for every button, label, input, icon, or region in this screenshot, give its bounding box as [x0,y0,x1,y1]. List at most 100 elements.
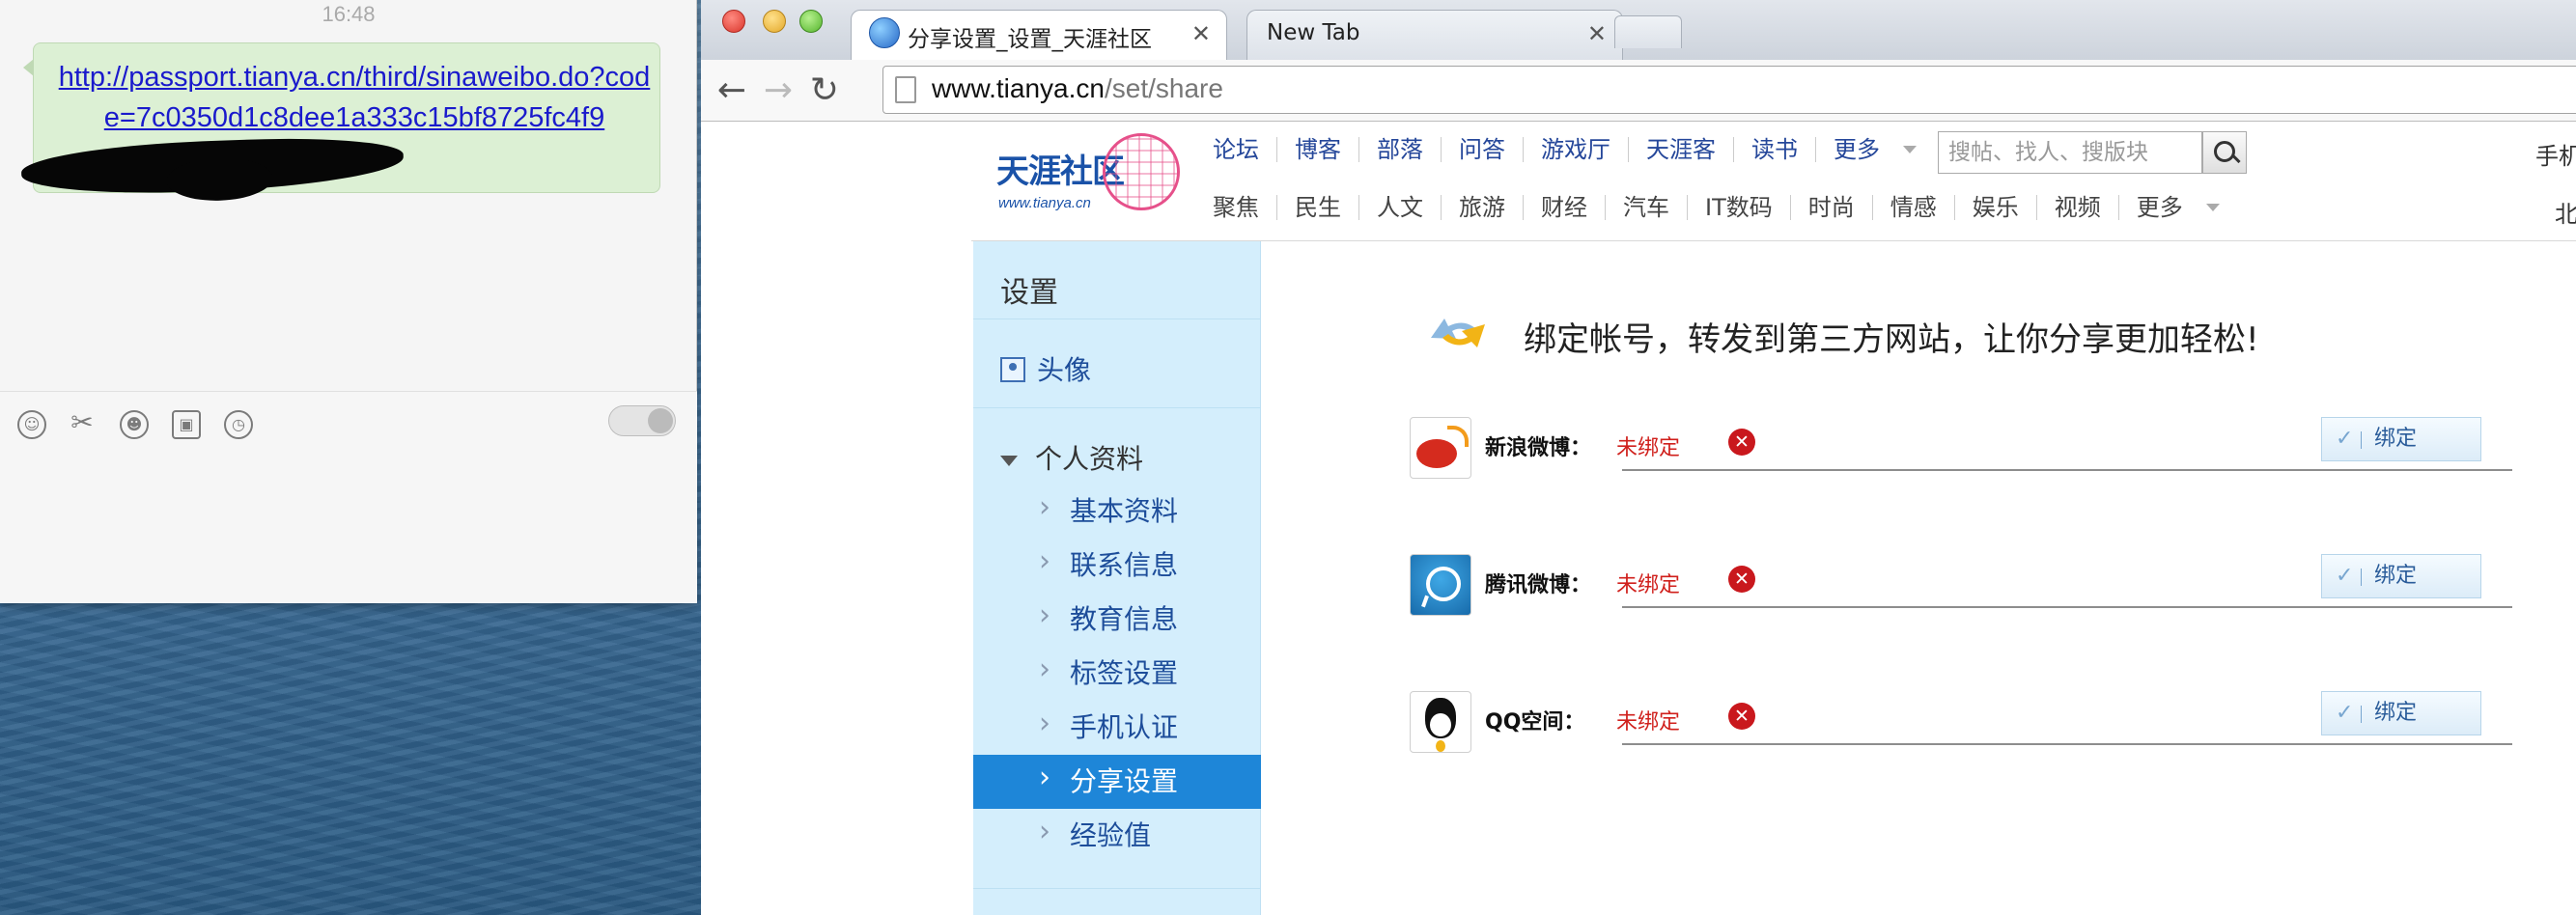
voice-toggle-switch[interactable] [608,405,676,436]
page-icon [895,76,916,103]
nav-link-1[interactable]: 博客 [1276,137,1358,162]
back-arrow-icon[interactable]: ← [709,68,755,114]
nav-link-3[interactable]: 问答 [1441,137,1523,162]
channel-link-5[interactable]: 汽车 [1605,195,1687,220]
tab-title: 分享设置_设置_天涯社区 [908,27,1152,52]
triangle-down-icon [1000,455,1018,466]
sina-weibo-icon [1410,417,1471,479]
header-link-mobile[interactable]: 手机 [2535,137,2576,171]
channel-link-2[interactable]: 人文 [1358,195,1441,220]
account-name: QQ空间： [1485,710,1585,735]
channel-link-8[interactable]: 情感 [1871,195,1954,220]
window-zoom-button[interactable] [799,10,823,33]
scissors-icon[interactable]: ✂ [68,409,97,439]
main-nav: 论坛 博客 部落 问答 游戏厅 天涯客 读书 更多 [1188,137,1917,162]
channel-link-7[interactable]: 时尚 [1789,195,1872,220]
watermark: www.wooyun.org [2470,898,2572,913]
window-close-button[interactable] [722,10,745,33]
header-link-region[interactable]: 北 [2555,195,2576,229]
chat-message-link[interactable]: http://passport.tianya.cn/third/sinaweib… [53,57,656,138]
content-heading: 绑定帐号，转发到第三方网站，让你分享更加轻松! [1524,320,2259,359]
sidebar-item-5[interactable]: 分享设置 [973,751,1261,809]
sidebar-section-profile[interactable]: 个人资料 [1000,438,1143,477]
url-text[interactable]: www.tianya.cn/set/share [932,73,1223,104]
nav-link-6[interactable]: 读书 [1733,137,1815,162]
tab-new-tab[interactable]: New Tab ✕ [1246,10,1623,60]
smiley-icon[interactable]: ☺ [17,410,46,439]
new-tab-button[interactable] [1614,15,1682,48]
divider [1622,606,2512,608]
nav-link-7[interactable]: 更多 [1815,137,1897,162]
account-name: 新浪微博： [1485,436,1592,460]
qq-zone-icon [1410,691,1471,753]
channel-link-9[interactable]: 娱乐 [1953,195,2036,220]
chevron-down-icon[interactable] [1903,146,1917,153]
chat-window: 16:48 http://passport.tianya.cn/third/si… [0,0,697,603]
sidebar-title: 设置 [1000,276,1058,310]
channel-link-3[interactable]: 旅游 [1441,195,1523,220]
bind-button[interactable]: 绑定 [2321,691,2481,735]
channel-link-6[interactable]: IT数码 [1687,195,1790,220]
divider [1622,743,2512,745]
bind-status: 未绑定 [1616,573,1681,597]
globe-icon [869,17,900,48]
account-row: QQ空间： 未绑定 ✕ 绑定 [1410,691,2520,768]
tab-strip: 分享设置_设置_天涯社区 ✕ New Tab ✕ [701,0,2576,60]
chat-input-area[interactable] [0,391,697,603]
channel-link-0[interactable]: 聚焦 [1188,195,1276,220]
clock-icon[interactable]: ◷ [224,410,253,439]
bind-status: 未绑定 [1616,710,1681,735]
divider [973,888,1261,889]
divider [973,407,1261,408]
close-icon[interactable]: ✕ [1191,20,1211,47]
channel-link-11[interactable]: 更多 [2117,195,2200,220]
close-icon[interactable]: ✕ [1587,20,1607,47]
close-circle-icon: ✕ [1728,703,1755,730]
sidebar-item-avatar[interactable]: 头像 [1000,349,1091,388]
share-settings-panel: 绑定帐号，转发到第三方网站，让你分享更加轻松! 新浪微博：未绑定✕绑定腾讯微博：… [1261,241,2576,915]
sidebar-item-6[interactable]: 经验值 [973,805,1261,863]
browser-toolbar: ← → ↻ www.tianya.cn/set/share [701,60,2576,122]
sidebar-item-2[interactable]: 教育信息 [973,589,1261,647]
chevron-down-icon[interactable] [2205,204,2220,211]
window-minimize-button[interactable] [763,10,786,33]
close-circle-icon: ✕ [1728,429,1755,456]
settings-sidebar: 设置 头像 个人资料 基本资料联系信息教育信息标签设置手机认证分享设置经验值 [973,241,1261,915]
channel-link-1[interactable]: 民生 [1276,195,1358,220]
search-input[interactable]: 搜帖、找人、搜版块 [1938,131,2202,174]
nav-link-5[interactable]: 天涯客 [1628,137,1733,162]
tab-title: New Tab [1267,20,1360,45]
nav-link-4[interactable]: 游戏厅 [1523,137,1628,162]
tencent-weibo-icon [1410,554,1471,616]
image-icon[interactable]: ▣ [172,410,201,439]
tab-share-settings[interactable]: 分享设置_设置_天涯社区 ✕ [851,10,1227,60]
nav-link-2[interactable]: 部落 [1358,137,1441,162]
divider [1622,469,2512,471]
page-viewport: 天涯社区 www.tianya.cn 论坛 博客 部落 问答 游戏厅 天涯客 读书 更多 聚焦… [701,122,2576,915]
sidebar-item-0[interactable]: 基本资料 [973,481,1261,539]
browser-window: 分享设置_设置_天涯社区 ✕ New Tab ✕ ← → ↻ www.tiany… [701,0,2576,915]
account-name: 腾讯微博： [1485,573,1592,597]
bind-status: 未绑定 [1616,436,1681,460]
sidebar-item-1[interactable]: 联系信息 [973,535,1261,593]
channel-link-4[interactable]: 财经 [1523,195,1605,220]
bind-button[interactable]: 绑定 [2321,417,2481,461]
reload-icon[interactable]: ↻ [801,68,848,114]
share-arrows-icon [1431,319,1485,347]
tianya-logo[interactable]: 天涯社区 www.tianya.cn [994,131,1184,224]
close-circle-icon: ✕ [1728,566,1755,593]
nav-link-0[interactable]: 论坛 [1188,137,1276,162]
globe-icon [1103,133,1180,210]
forward-arrow-icon[interactable]: → [755,68,801,114]
emoji-icon[interactable]: ☻ [120,410,149,439]
sidebar-item-4[interactable]: 手机认证 [973,697,1261,755]
address-bar[interactable]: www.tianya.cn/set/share [882,66,2576,114]
search-icon[interactable] [2202,131,2247,174]
channel-link-10[interactable]: 视频 [2035,195,2118,220]
sidebar-item-3[interactable]: 标签设置 [973,643,1261,701]
channel-nav: 聚焦 民生 人文 旅游 财经 汽车 IT数码 时尚 情感 娱乐 视频 更多 [1188,195,2220,220]
user-card-icon [1000,357,1025,382]
account-row: 新浪微博： 未绑定 ✕ 绑定 [1410,417,2520,494]
bind-button[interactable]: 绑定 [2321,554,2481,598]
chat-timestamp: 16:48 [322,2,376,26]
